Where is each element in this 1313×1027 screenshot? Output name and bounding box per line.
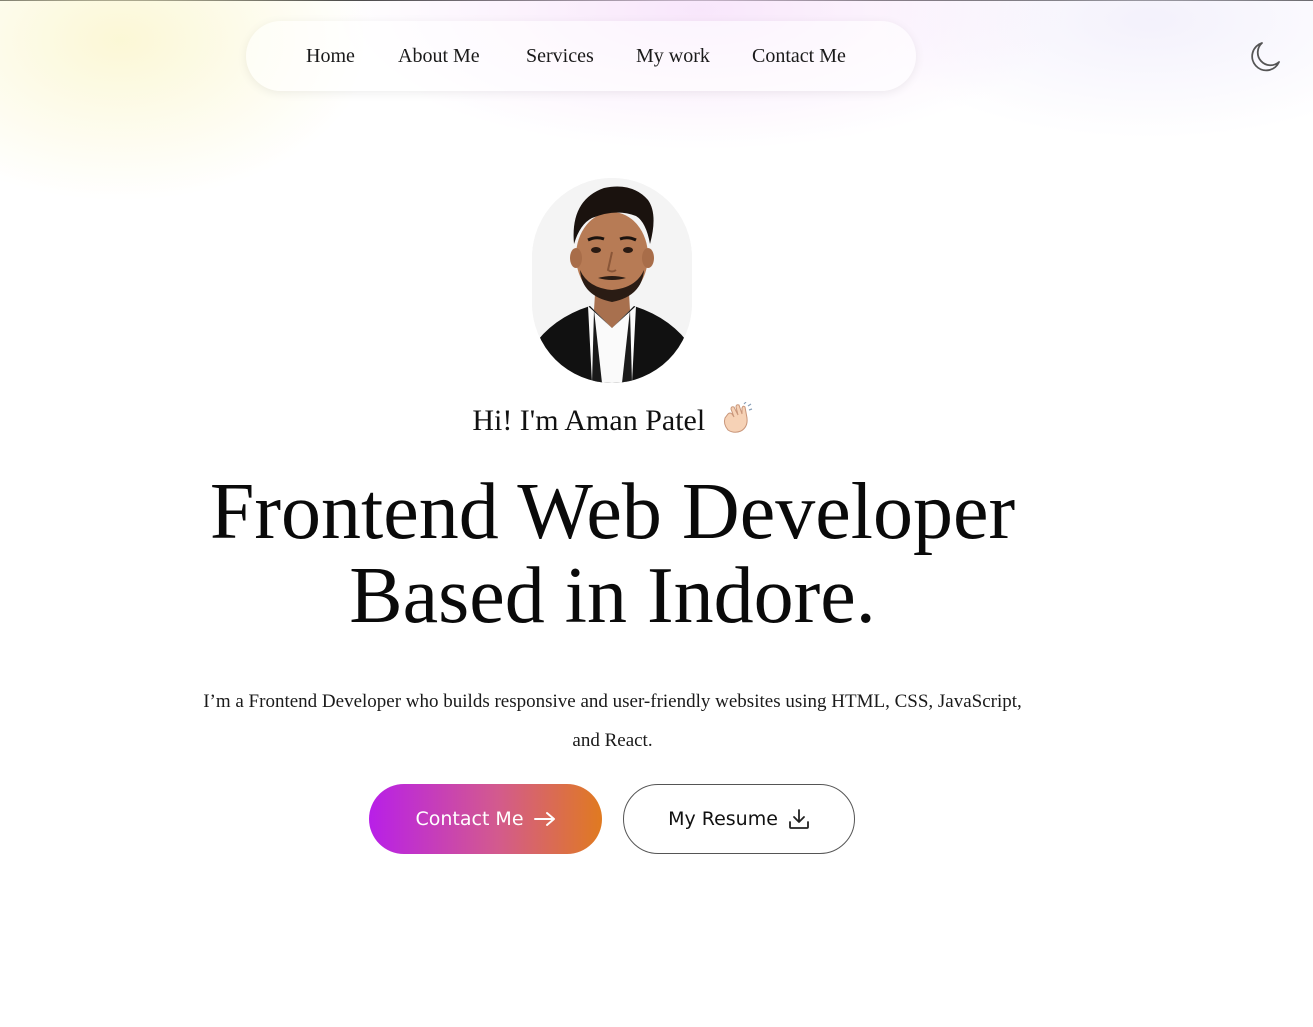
- nav-item-about-me[interactable]: About Me: [398, 21, 480, 91]
- headline-line-2: Based in Indore.: [349, 552, 876, 640]
- download-icon: [789, 809, 809, 829]
- headline-line-1: Frontend Web Developer: [209, 468, 1016, 556]
- moon-icon: [1251, 42, 1280, 72]
- theme-toggle-button[interactable]: [1248, 40, 1282, 74]
- my-resume-button[interactable]: My Resume: [623, 784, 855, 854]
- nav-item-my-work[interactable]: My work: [636, 21, 710, 91]
- arrow-right-icon: [533, 812, 555, 826]
- greeting-text: Hi! I'm Aman Patel: [472, 404, 706, 437]
- hero-intro: I’m a Frontend Developer who builds resp…: [203, 691, 1022, 751]
- hero-greeting: Hi! I'm Aman Patel: [0, 401, 1225, 438]
- main-nav: Home About Me Services My work Contact M…: [246, 21, 916, 91]
- nav-item-services[interactable]: Services: [526, 21, 594, 91]
- window-top-border: [0, 0, 1313, 1]
- nav-item-contact-me[interactable]: Contact Me: [752, 21, 846, 91]
- contact-me-button-label: Contact Me: [415, 808, 524, 830]
- profile-photo: [532, 178, 692, 383]
- profile-photo-illustration: [532, 178, 692, 383]
- waving-hand-icon: [723, 401, 752, 433]
- hero-headline: Frontend Web Developer Based in Indore.: [0, 470, 1225, 638]
- contact-me-button[interactable]: Contact Me: [369, 784, 602, 854]
- my-resume-button-label: My Resume: [668, 808, 778, 830]
- nav-item-home[interactable]: Home: [306, 21, 355, 91]
